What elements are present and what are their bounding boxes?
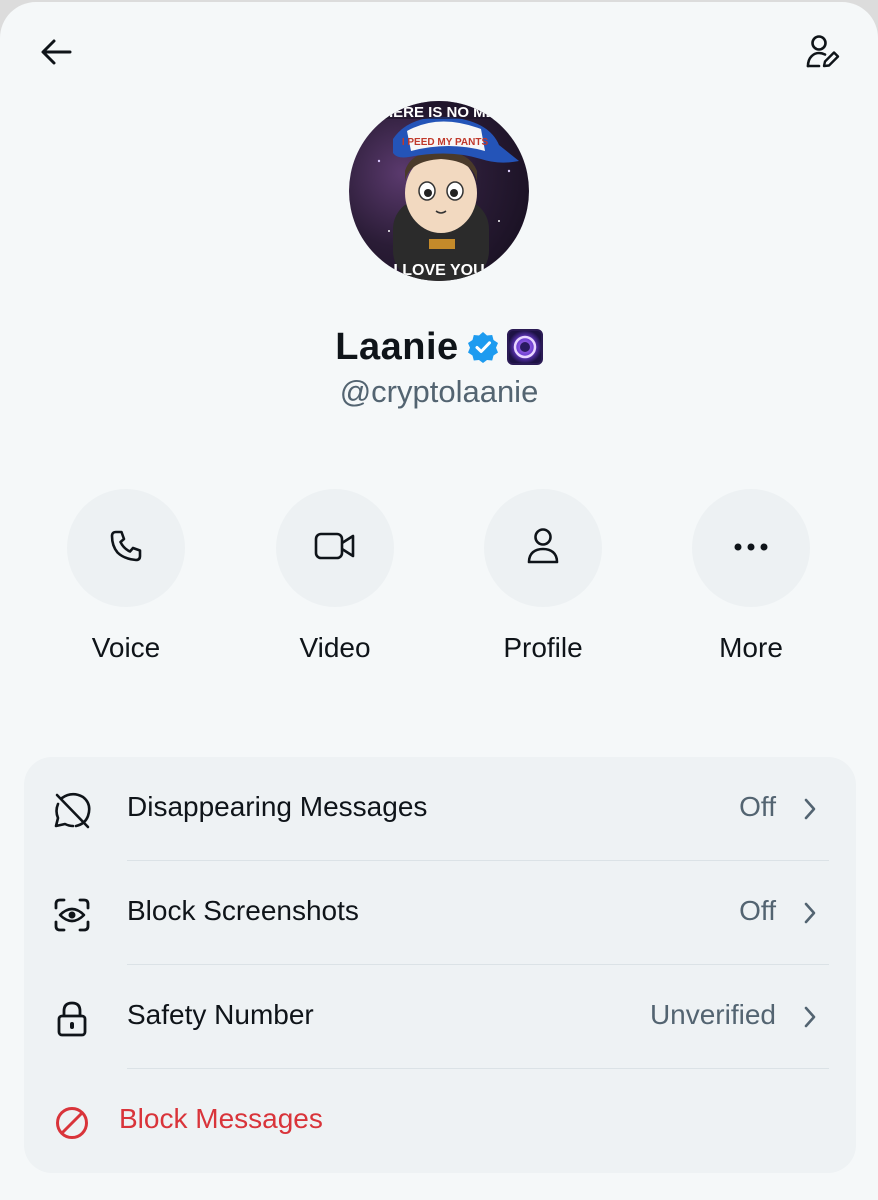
more-options-button[interactable]: More xyxy=(671,489,831,679)
view-profile-button[interactable]: Profile xyxy=(463,489,623,679)
user-edit-icon xyxy=(806,34,840,75)
back-button[interactable] xyxy=(34,34,78,74)
video-call-circle[interactable] xyxy=(276,489,394,607)
block-messages-label: Block Messages xyxy=(119,1103,323,1134)
phone-icon xyxy=(108,528,144,569)
avatar-caption-top: HERE IS NO ME xyxy=(382,104,495,121)
disappearing-messages-label: Disappearing Messages xyxy=(127,791,428,822)
video-call-button[interactable]: Video xyxy=(255,489,415,679)
more-options-circle[interactable] xyxy=(692,489,810,607)
screenshot-block-icon xyxy=(50,893,94,937)
profile-label: Profile xyxy=(503,632,583,663)
safety-number-label: Safety Number xyxy=(127,999,314,1030)
block-screenshots-label: Block Screenshots xyxy=(127,895,359,926)
lock-icon xyxy=(50,997,94,1041)
video-camera-icon xyxy=(314,530,356,567)
arrow-left-icon xyxy=(40,38,72,71)
avatar-hat-text: I PEED MY PANTS xyxy=(402,137,489,148)
block-screenshots-row[interactable]: Block Screenshots Off xyxy=(24,861,856,965)
chevron-right-icon xyxy=(798,1003,822,1031)
avatar[interactable]: I PEED MY PANTS HERE IS NO ME I LOVE YOU xyxy=(349,101,529,281)
user-handle: @cryptolaanie xyxy=(339,374,539,409)
chevron-right-icon xyxy=(798,899,822,927)
more-label: More xyxy=(719,632,783,663)
name-row: Laanie xyxy=(0,324,878,370)
voice-call-circle[interactable] xyxy=(67,489,185,607)
action-bar: Voice Video Profile More xyxy=(0,489,878,689)
safety-number-row[interactable]: Safety Number Unverified xyxy=(24,965,856,1069)
voice-call-button[interactable]: Voice xyxy=(46,489,206,679)
view-profile-circle[interactable] xyxy=(484,489,602,607)
verified-badge-icon xyxy=(467,331,499,363)
video-label: Video xyxy=(299,632,371,663)
affiliate-badge-icon xyxy=(506,329,543,365)
display-name: Laanie xyxy=(335,325,459,368)
block-messages-row[interactable]: Block Messages xyxy=(24,1069,856,1173)
voice-label: Voice xyxy=(91,632,161,663)
chevron-right-icon xyxy=(798,795,822,823)
edit-user-button[interactable] xyxy=(800,32,846,76)
conversation-settings-list: Disappearing Messages Off Block Screensh… xyxy=(24,757,856,1173)
conversation-info-sheet: I PEED MY PANTS HERE IS NO ME I LOVE YOU… xyxy=(0,2,878,1200)
disappearing-messages-row[interactable]: Disappearing Messages Off xyxy=(24,757,856,861)
block-screenshots-value: Off xyxy=(739,895,776,926)
safety-number-value: Unverified xyxy=(649,999,776,1030)
block-icon xyxy=(50,1101,94,1145)
more-dots-icon xyxy=(733,539,769,557)
disappearing-messages-value: Off xyxy=(739,791,776,822)
disappearing-timer-icon xyxy=(50,789,94,833)
avatar-caption-bottom: I LOVE YOU xyxy=(393,262,484,279)
person-icon xyxy=(526,527,560,570)
